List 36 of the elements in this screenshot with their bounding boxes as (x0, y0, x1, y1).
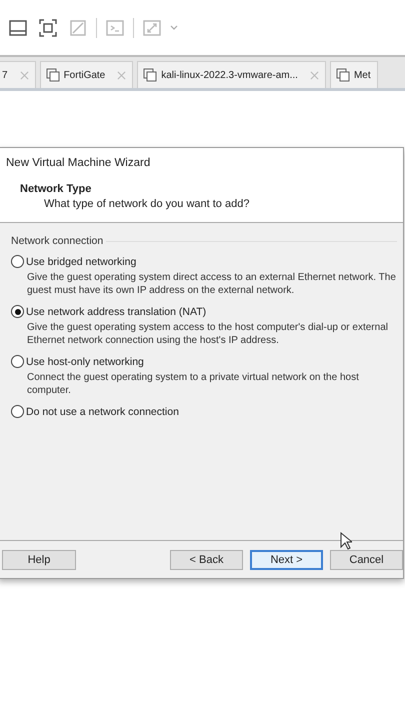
radio-label[interactable]: Do not use a network connection (26, 406, 179, 418)
radio-label[interactable]: Use network address translation (NAT) (26, 306, 206, 318)
dialog-button[interactable]: Next > (250, 550, 323, 570)
dialog-title: New Virtual Machine Wizard (6, 157, 150, 169)
radio-button[interactable] (11, 355, 24, 368)
dialog-button[interactable]: Cancel (330, 550, 403, 570)
vm-tab[interactable]: kali-linux-2022.3-vmware-am... (137, 61, 326, 88)
radio-button[interactable] (11, 405, 24, 418)
option-description: Connect the guest operating system to a private virtual network on the host computer. (26, 371, 360, 397)
dropdown-caret-icon[interactable] (170, 24, 178, 30)
page-subheading: What type of network do you want to add? (43, 198, 250, 210)
close-icon[interactable] (20, 70, 29, 80)
fullscreen-icon[interactable] (38, 18, 58, 38)
tab-label: 7 (2, 70, 8, 80)
tab-label: Met (354, 70, 371, 80)
help-button[interactable]: Help (2, 550, 76, 570)
group-label: Network connection (11, 235, 104, 247)
tab-label: kali-linux-2022.3-vmware-am... (161, 70, 298, 80)
option-description: Give the guest operating system access to the host computer's dial-up or external Ethernet network connection using the host's IP address. (26, 321, 389, 347)
page-heading: Network Type (20, 183, 92, 195)
close-icon[interactable] (117, 70, 126, 80)
close-icon[interactable] (310, 70, 319, 80)
dialog-button[interactable]: < Back (170, 550, 243, 570)
vm-tab[interactable]: 7 (0, 61, 36, 88)
mouse-cursor-icon (340, 532, 352, 550)
radio-button[interactable] (11, 305, 24, 318)
radio-label[interactable]: Use host-only networking (26, 356, 144, 368)
console-icon[interactable] (105, 18, 125, 38)
tab-label: FortiGate (64, 70, 106, 80)
vm-tab[interactable]: FortiGate (40, 61, 134, 88)
stretch-icon[interactable] (142, 18, 162, 38)
vm-tab[interactable]: Met (330, 61, 378, 88)
radio-button[interactable] (11, 255, 24, 268)
option-description: Give the guest operating system direct access to an external Ethernet network. The guest must have its own IP address on the external network. (26, 271, 397, 297)
radio-label[interactable]: Use bridged networking (26, 256, 136, 268)
window-icon[interactable] (8, 18, 28, 38)
